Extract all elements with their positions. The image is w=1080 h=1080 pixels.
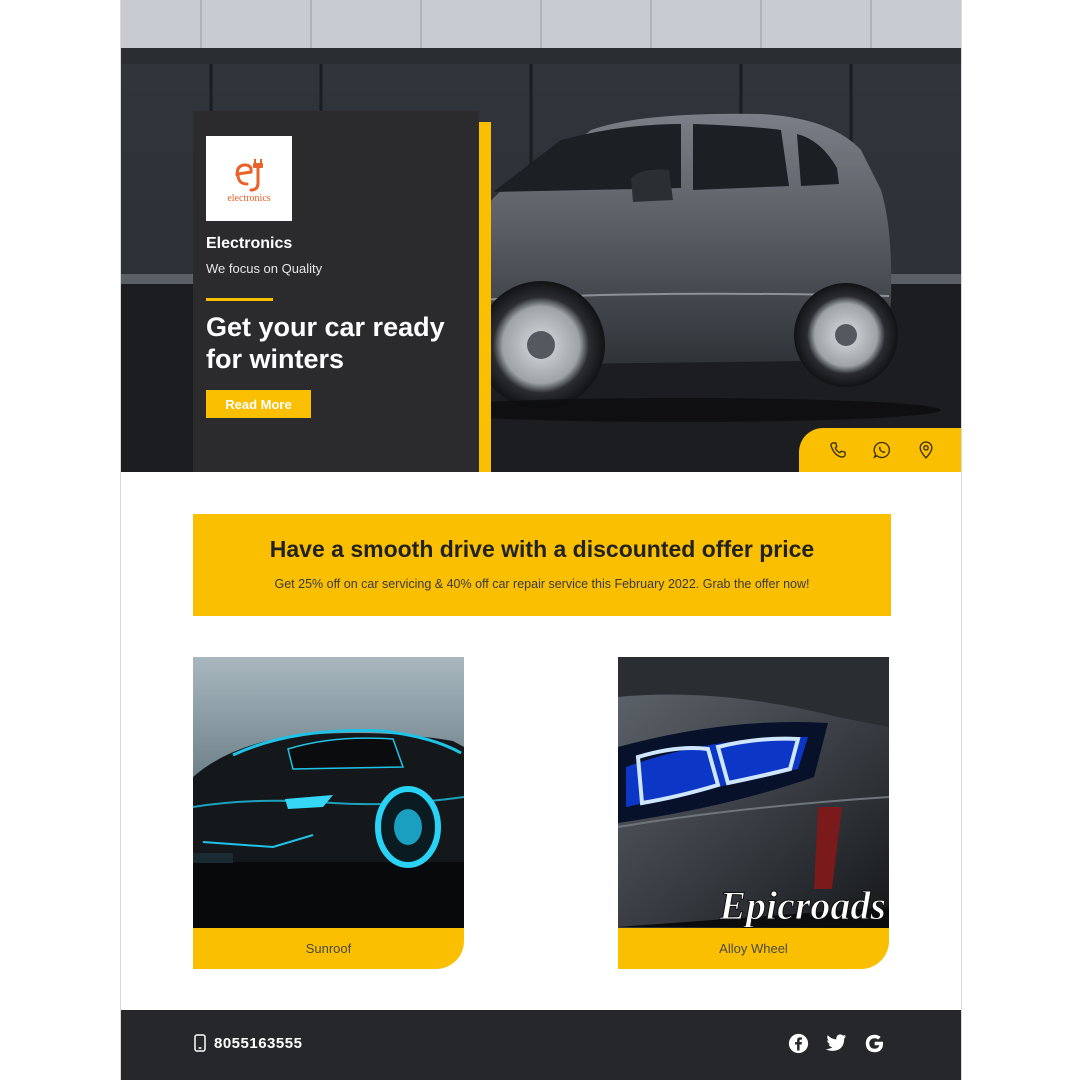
epicroads-watermark: Epicroads	[718, 883, 886, 928]
google-icon[interactable]	[863, 1032, 885, 1054]
location-pin-icon[interactable]	[915, 439, 937, 461]
car-headlight-photo: Epicroads	[618, 657, 889, 928]
product-card-alloy-wheel[interactable]: Epicroads Alloy Wheel	[618, 657, 889, 969]
product-label-alloy-wheel: Alloy Wheel	[618, 928, 889, 969]
offer-subtitle: Get 25% off on car servicing & 40% off c…	[274, 577, 810, 591]
hero-card: electronics Electronics We focus on Qual…	[193, 111, 479, 472]
logo-wordmark: electronics	[227, 193, 271, 204]
phone-number: 8055163555	[214, 1034, 303, 1052]
product-label-sunroof: Sunroof	[193, 928, 464, 969]
logo-plug-icon	[235, 159, 263, 192]
offer-banner: Have a smooth drive with a discounted of…	[193, 514, 891, 616]
sports-car-neon-photo	[193, 657, 464, 928]
brand-name: Electronics	[206, 235, 293, 252]
brand-logo: electronics	[206, 136, 292, 221]
footer-phone[interactable]: 8055163555	[194, 1034, 302, 1052]
twitter-icon[interactable]	[825, 1032, 847, 1054]
offer-title: Have a smooth drive with a discounted of…	[269, 536, 815, 562]
product-card-sunroof[interactable]: Sunroof	[193, 657, 464, 969]
read-more-button[interactable]: Read More	[206, 390, 311, 418]
headline-divider	[206, 298, 273, 301]
hero-headline: Get your car ready for winters	[206, 312, 445, 374]
flyer-frame: electronics Electronics We focus on Qual…	[120, 0, 962, 1080]
facebook-icon[interactable]	[787, 1032, 809, 1054]
footer-bar: 8055163555	[121, 1010, 961, 1080]
hero-section: electronics Electronics We focus on Qual…	[121, 0, 961, 472]
contact-icon-tab	[799, 428, 961, 472]
whatsapp-icon[interactable]	[871, 439, 893, 461]
brand-tagline: We focus on Quality	[206, 261, 323, 276]
phone-icon[interactable]	[827, 439, 849, 461]
mobile-phone-icon	[194, 1034, 206, 1052]
social-links	[787, 1032, 885, 1054]
